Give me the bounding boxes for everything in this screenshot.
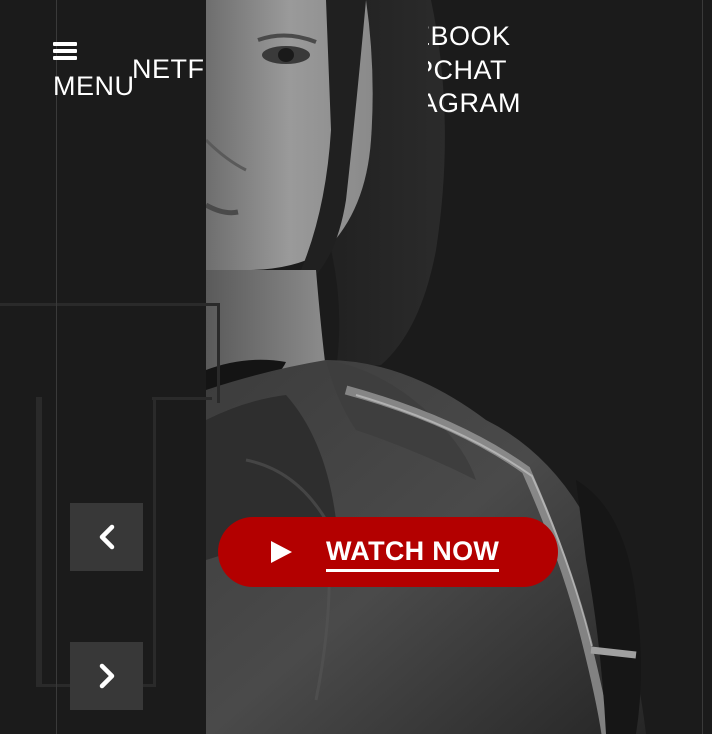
play-icon (271, 541, 292, 563)
vertical-divider (56, 0, 57, 734)
social-links: FACEBOOK SNAPCHAT INSTAGRAM (428, 20, 548, 120)
menu-label: MENU (53, 71, 135, 101)
hamburger-icon (53, 42, 77, 60)
prev-button[interactable] (70, 503, 143, 571)
next-button[interactable] (70, 642, 143, 710)
social-link-snapchat[interactable]: SNAPCHAT (428, 54, 521, 88)
left-panel (0, 0, 220, 734)
nav-link-netflix[interactable]: NETFLIX (132, 54, 206, 84)
social-link-instagram[interactable]: INSTAGRAM (428, 87, 521, 120)
bg-outline-shape (0, 303, 220, 403)
chevron-right-icon (99, 663, 114, 689)
bg-outline-shape (152, 397, 212, 400)
menu-button[interactable]: MENU (53, 40, 143, 101)
vertical-divider (702, 0, 703, 734)
page: MENU NETFLIX FACEBOOK SNAPCHAT INSTAGRAM… (0, 0, 712, 734)
social-link-facebook[interactable]: FACEBOOK (428, 20, 521, 54)
watch-now-label: WATCH NOW (326, 534, 500, 572)
watch-now-button[interactable]: WATCH NOW (218, 517, 558, 587)
chevron-left-icon (99, 524, 114, 550)
